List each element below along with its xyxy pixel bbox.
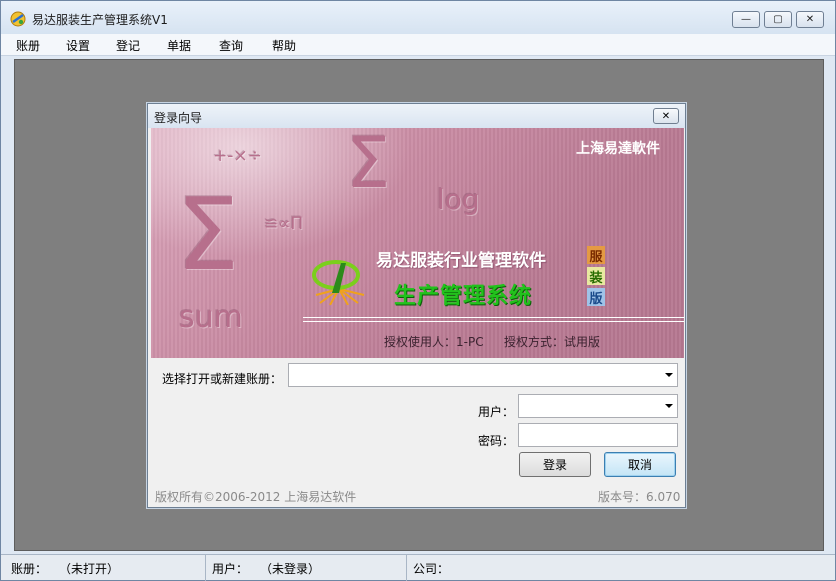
license-user: 授权使用人：1-PC: [384, 335, 484, 349]
close-icon: ✕: [805, 13, 815, 25]
product-name: 易达服装行业管理软件: [376, 251, 546, 271]
login-dialog: 登录向导 ✕ Σ Σ +-×÷ log ≌∝Π sum 上海易達軟件 易达服装行…: [147, 103, 686, 508]
company-name: 上海易達軟件: [576, 141, 660, 157]
account-label: 选择打开或新建账册：: [162, 372, 283, 386]
menu-item-accounts[interactable]: 账册: [16, 37, 40, 54]
status-account: 账册： （未打开）: [1, 555, 206, 581]
copyright-text: 版权所有©2006-2012 上海易达软件: [155, 490, 357, 504]
login-banner: Σ Σ +-×÷ log ≌∝Π sum 上海易達軟件 易达服装行业管理软件 生…: [151, 128, 684, 358]
menu-item-help[interactable]: 帮助: [272, 37, 296, 54]
user-label: 用户：: [478, 405, 515, 419]
status-user-value: （未登录）: [266, 562, 321, 576]
status-user-label: 用户：: [212, 562, 249, 576]
password-field[interactable]: [518, 423, 678, 447]
menu-bar: 账册 设置 登记 单据 查询 帮助: [1, 34, 835, 56]
sigma-large-decoration: Σ: [176, 176, 240, 293]
dialog-title: 登录向导: [154, 111, 203, 125]
status-company-label: 公司：: [413, 562, 450, 576]
status-bar: 账册： （未打开） 用户： （未登录） 公司：: [1, 554, 835, 581]
maximize-button[interactable]: ▢: [764, 11, 792, 28]
dialog-close-button[interactable]: ✕: [653, 108, 679, 124]
dialog-title-bar[interactable]: 登录向导 ✕: [148, 104, 685, 128]
close-icon: ✕: [661, 110, 671, 122]
cancel-button[interactable]: 取消: [604, 452, 676, 477]
title-bar[interactable]: 易达服装生产管理系统V1 — ▢ ✕: [1, 1, 835, 34]
system-name: 生产管理系统: [394, 284, 533, 309]
status-account-value: （未打开）: [65, 562, 120, 576]
symbols-decoration: ≌∝Π: [264, 214, 304, 234]
password-label: 密码：: [478, 434, 515, 448]
status-user: 用户： （未登录）: [207, 555, 407, 581]
account-select[interactable]: [288, 363, 678, 387]
menu-item-query[interactable]: 查询: [219, 37, 243, 54]
license-mode: 授权方式：试用版: [504, 335, 601, 349]
minimize-button[interactable]: —: [732, 11, 760, 28]
status-company: 公司：: [408, 555, 835, 581]
edition-badge: 版: [587, 288, 605, 307]
sigma-decoration: Σ: [346, 128, 391, 204]
menu-item-documents[interactable]: 单据: [167, 37, 191, 54]
menu-item-settings[interactable]: 设置: [66, 37, 90, 54]
user-select[interactable]: [518, 394, 678, 418]
menu-item-register[interactable]: 登记: [116, 37, 140, 54]
status-account-label: 账册：: [11, 562, 48, 576]
edition-badge: 服: [587, 246, 605, 265]
chevron-down-icon: [665, 404, 673, 408]
login-button[interactable]: 登录: [519, 452, 591, 477]
banner-divider: [303, 317, 684, 318]
chevron-down-icon: [665, 373, 673, 377]
app-icon: [10, 11, 26, 27]
log-decoration: log: [437, 183, 480, 216]
maximize-icon: ▢: [773, 13, 783, 25]
minimize-icon: —: [741, 13, 751, 25]
edition-badge: 装: [587, 267, 605, 286]
sum-decoration: sum: [179, 300, 243, 335]
close-button[interactable]: ✕: [796, 11, 824, 28]
banner-divider: [303, 321, 684, 322]
window-title: 易达服装生产管理系统V1: [32, 13, 168, 27]
product-logo-icon: [312, 260, 365, 305]
version-text: 版本号：6.070: [598, 490, 681, 504]
operators-decoration: +-×÷: [213, 146, 262, 166]
